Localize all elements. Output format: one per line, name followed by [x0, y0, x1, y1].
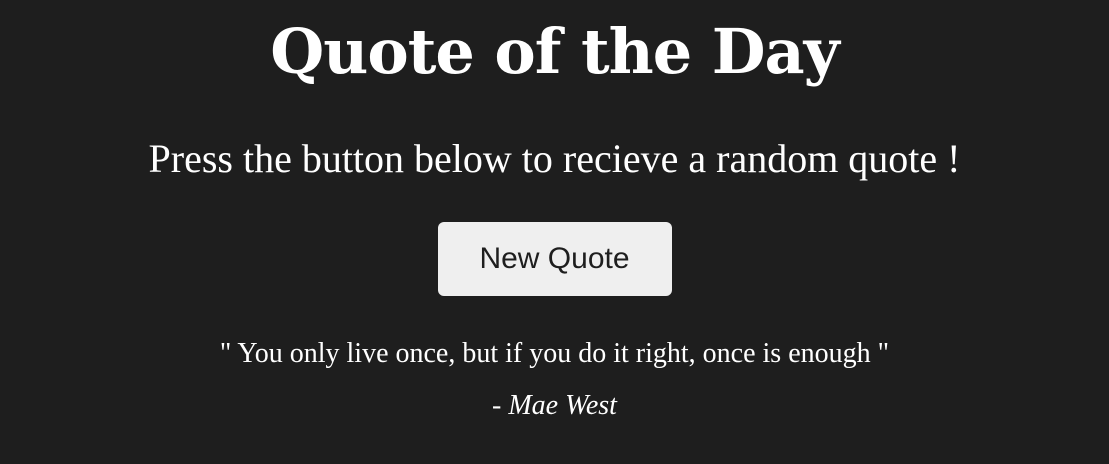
page-title: Quote of the Day [270, 15, 839, 88]
page-subtitle: Press the button below to recieve a rand… [148, 136, 961, 181]
new-quote-button[interactable]: New Quote [437, 222, 672, 296]
button-container: New Quote [0, 222, 1109, 296]
quote-page: Quote of the Day Press the button below … [0, 0, 1109, 464]
quote-author: - Mae West [492, 390, 617, 421]
quote-text: " You only live once, but if you do it r… [219, 338, 890, 369]
